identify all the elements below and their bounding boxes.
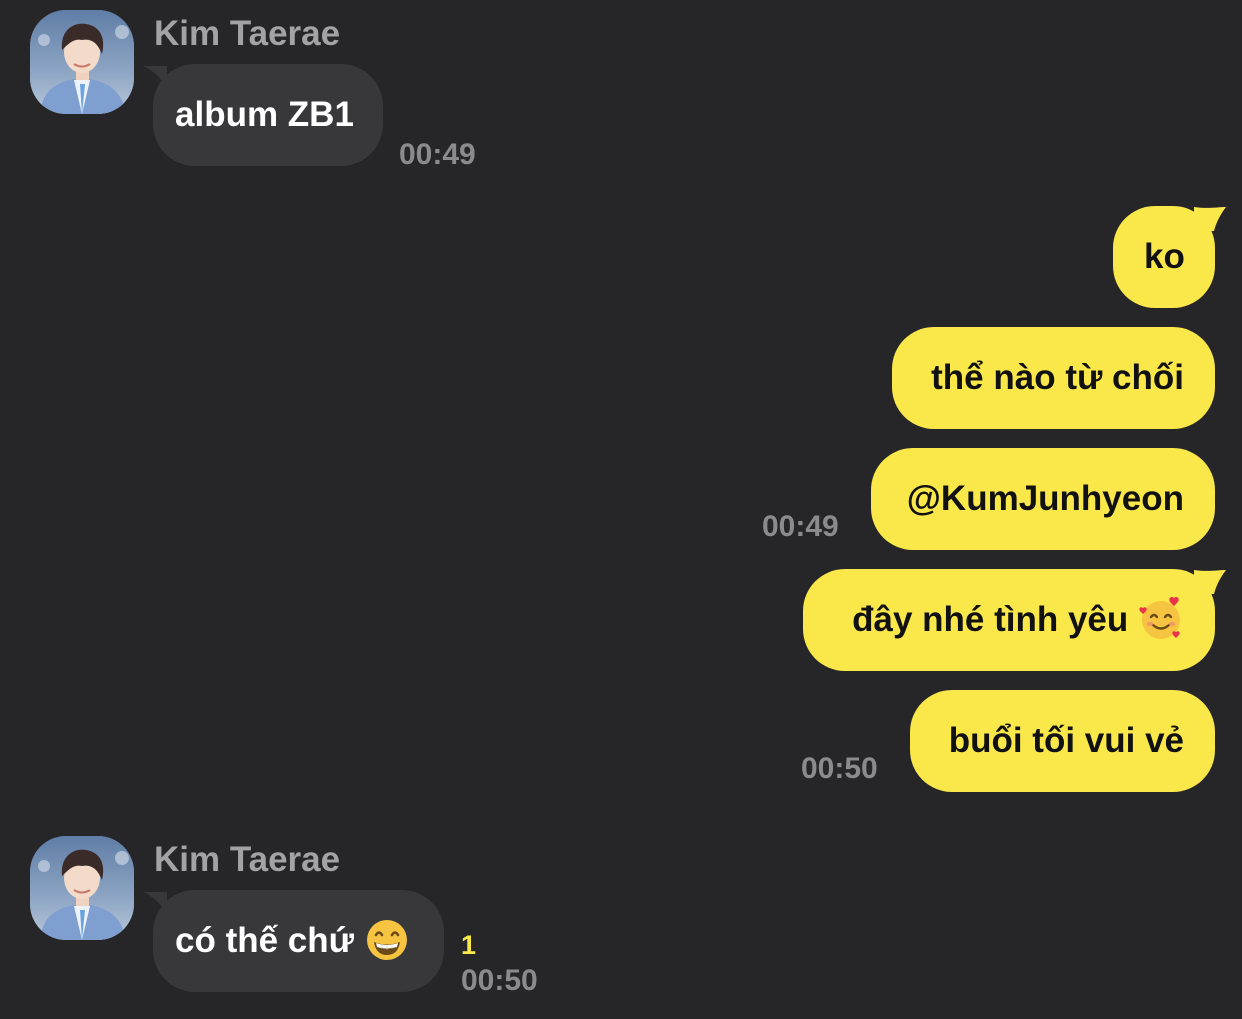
message-text: ko (1144, 237, 1185, 276)
outgoing-message[interactable]: đây nhé tình yêu (803, 569, 1215, 671)
sender-name: Kim Taerae (154, 14, 341, 53)
message-text: thể nào từ chối (931, 358, 1184, 397)
message-text: đây nhé tình yêu (852, 600, 1129, 639)
message-timestamp: 00:49 (762, 510, 839, 543)
message-text: album ZB1 (175, 95, 354, 134)
incoming-message[interactable]: có thế chứ (153, 890, 444, 992)
unread-count: 1 (461, 930, 477, 960)
chat-screen: Kim Taerae album ZB1 00:49 ko thể nào từ… (0, 0, 1242, 1019)
message-timestamp: 00:50 (801, 752, 878, 785)
smiling-face-with-hearts-icon (1139, 596, 1180, 639)
message-text: buổi tối vui vẻ (948, 721, 1184, 760)
outgoing-message[interactable]: buổi tối vui vẻ (910, 690, 1215, 792)
avatar[interactable] (30, 10, 134, 114)
sender-name: Kim Taerae (154, 840, 341, 879)
grinning-face-icon (366, 919, 407, 960)
message-text: có thế chứ (175, 921, 354, 960)
profile-photo (30, 836, 134, 940)
avatar[interactable] (30, 836, 134, 940)
incoming-message[interactable]: album ZB1 (153, 64, 383, 166)
outgoing-message[interactable]: thể nào từ chối (892, 327, 1215, 429)
message-timestamp: 00:50 (461, 964, 538, 997)
message-timestamp: 00:49 (399, 138, 476, 171)
outgoing-message[interactable]: @KumJunhyeon (871, 448, 1215, 550)
message-text: @KumJunhyeon (906, 479, 1184, 518)
profile-photo (30, 10, 134, 114)
outgoing-message[interactable]: ko (1113, 206, 1215, 308)
